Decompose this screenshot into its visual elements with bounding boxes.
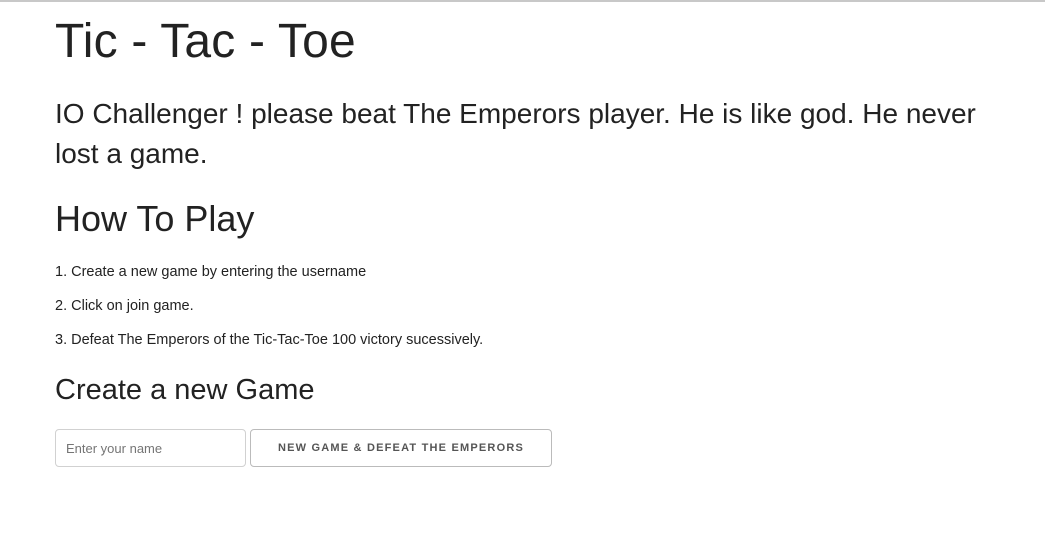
step-item: 2. Click on join game. — [55, 298, 194, 314]
page-title: Tic - Tac - Toe — [55, 15, 356, 68]
step-item: 1. Create a new game by entering the use… — [55, 264, 367, 280]
create-game-title: Create a new Game — [55, 374, 315, 406]
main-container: Tic - Tac - Toe IO Challenger ! please b… — [55, 14, 1015, 467]
how-to-play-steps: 1. Create a new game by entering the use… — [55, 263, 1015, 349]
intro-text: IO Challenger ! please beat The Emperors… — [55, 98, 976, 169]
new-game-button[interactable]: NEW GAME & DEFEAT THE EMPERORS — [250, 429, 552, 467]
name-input[interactable] — [55, 429, 246, 467]
top-border — [0, 0, 1045, 3]
step-item: 3. Defeat The Emperors of the Tic-Tac-To… — [55, 332, 484, 348]
create-game-form: NEW GAME & DEFEAT THE EMPERORS — [55, 429, 1015, 467]
how-to-play-title: How To Play — [55, 198, 255, 239]
